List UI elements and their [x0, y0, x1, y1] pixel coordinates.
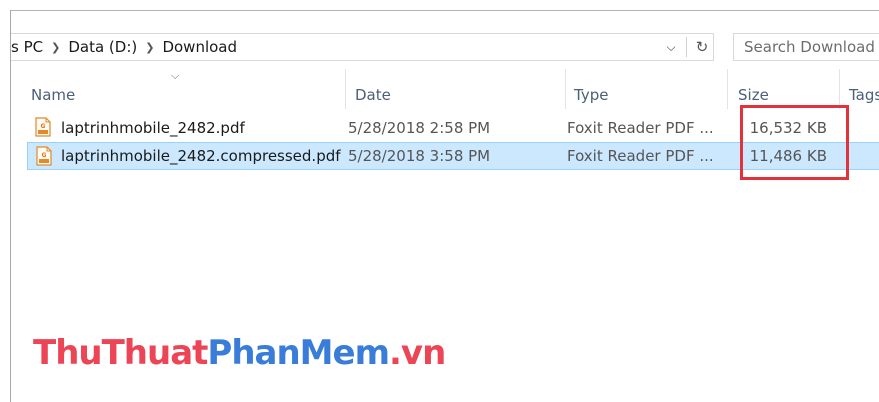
- divider: [686, 37, 687, 57]
- file-date: 5/28/2018 2:58 PM: [348, 119, 491, 137]
- file-date: 5/28/2018 3:58 PM: [348, 147, 491, 165]
- column-header-size-label: Size: [738, 86, 769, 104]
- column-header-size[interactable]: Size: [728, 69, 840, 109]
- breadcrumb-this-pc[interactable]: s PC: [11, 38, 43, 56]
- column-header-tags-label: Tags: [849, 86, 879, 104]
- address-history-chevron-down-icon[interactable]: ⌵: [660, 40, 682, 55]
- column-header-name-label: Name: [31, 86, 76, 104]
- breadcrumb-chevron-icon[interactable]: ❯: [145, 41, 154, 54]
- column-header-type[interactable]: Type: [566, 69, 728, 109]
- watermark-part-thuthuat: ThuThuat: [33, 333, 208, 373]
- file-type: Foxit Reader PDF ...: [567, 147, 714, 165]
- column-header-date[interactable]: Date: [346, 69, 566, 109]
- watermark-logo: ThuThuatPhanMem.vn: [33, 333, 446, 373]
- pdf-file-icon: G: [35, 117, 51, 137]
- column-header-name[interactable]: Name: [31, 69, 346, 109]
- svg-text:G: G: [41, 123, 46, 130]
- column-header-tags[interactable]: Tags: [840, 69, 879, 109]
- breadcrumb-chevron-icon[interactable]: ❯: [51, 41, 60, 54]
- watermark-part-phanmem: PhanMem: [207, 333, 390, 373]
- column-header-row: ⌵ Name Date Type Size Tags: [11, 69, 879, 109]
- column-header-date-label: Date: [355, 86, 391, 104]
- watermark-part-vn: .vn: [389, 333, 446, 373]
- address-bar-controls: ⌵ ↻: [660, 34, 713, 60]
- file-name[interactable]: laptrinhmobile_2482.pdf: [61, 119, 245, 137]
- search-input[interactable]: Search Download: [733, 33, 879, 61]
- svg-text:G: G: [42, 152, 47, 159]
- address-bar[interactable]: s PC ❯ Data (D:) ❯ Download ⌵ ↻: [11, 33, 714, 61]
- file-type: Foxit Reader PDF ...: [567, 119, 714, 137]
- column-header-type-label: Type: [574, 86, 609, 104]
- size-highlight-annotation: [740, 105, 849, 180]
- file-name[interactable]: laptrinhmobile_2482.compressed.pdf: [61, 147, 341, 165]
- breadcrumb-download[interactable]: Download: [162, 38, 237, 56]
- breadcrumb-data-drive[interactable]: Data (D:): [68, 38, 137, 56]
- refresh-icon[interactable]: ↻: [691, 38, 713, 56]
- pdf-file-icon: G: [36, 146, 52, 166]
